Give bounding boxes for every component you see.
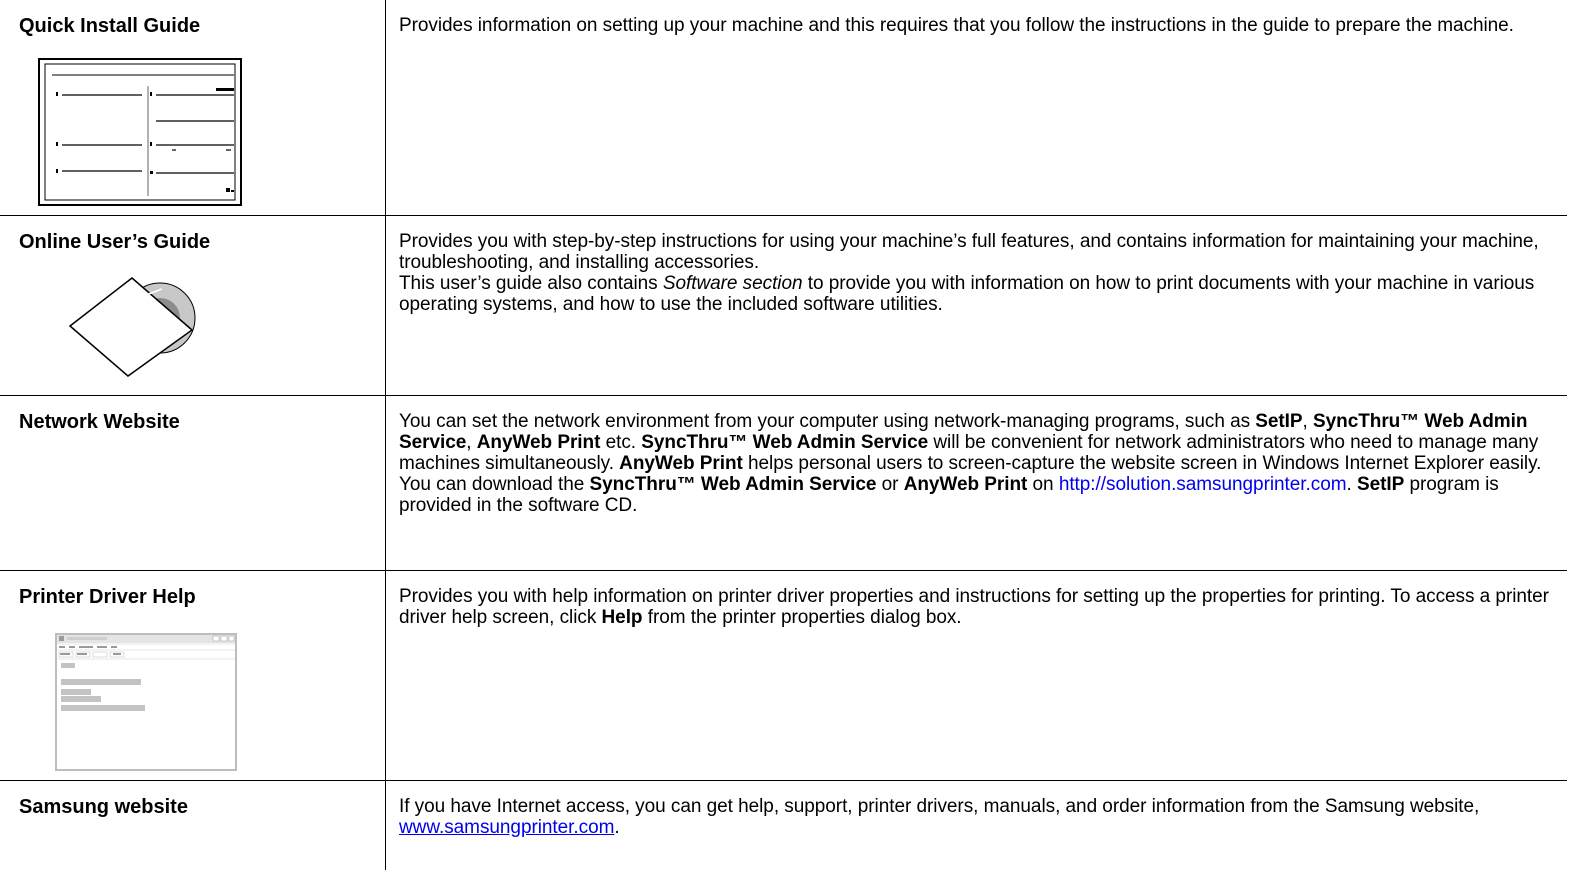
cd-in-sleeve-icon <box>68 277 196 377</box>
row-description: Provides you with step-by-step instructi… <box>399 231 1559 315</box>
row-description: You can set the network environment from… <box>399 411 1542 516</box>
row-online-users-guide: Online User’s Guide Provides you with st… <box>0 216 1590 396</box>
row-label: Printer Driver Help <box>19 586 196 608</box>
description-paragraph: Provides you with step-by-step instructi… <box>399 231 1539 273</box>
description-paragraph: This user’s guide also contains Software… <box>399 273 1535 315</box>
row-label: Quick Install Guide <box>19 15 201 37</box>
solution-site-link[interactable]: http://solution.samsungprinter.com <box>1059 474 1347 495</box>
row-quick-install-guide: Quick Install Guide Provides information… <box>0 0 1590 216</box>
row-printer-driver-help: Printer Driver Help Provides you with he… <box>0 571 1590 781</box>
row-label: Network Website <box>19 411 180 433</box>
row-description: Provides information on setting up your … <box>399 15 1514 36</box>
row-label: Samsung website <box>19 796 188 818</box>
row-samsung-website: Samsung website If you have Internet acc… <box>0 781 1590 870</box>
help-window-screenshot-icon <box>55 633 237 771</box>
row-label: Online User’s Guide <box>19 231 211 253</box>
install-guide-sheet-icon <box>38 58 242 206</box>
samsung-website-link[interactable]: www.samsungprinter.com <box>399 817 614 838</box>
row-description: If you have Internet access, you can get… <box>399 796 1480 838</box>
row-description: Provides you with help information on pr… <box>399 586 1549 628</box>
row-network-website: Network Website You can set the network … <box>0 396 1590 571</box>
